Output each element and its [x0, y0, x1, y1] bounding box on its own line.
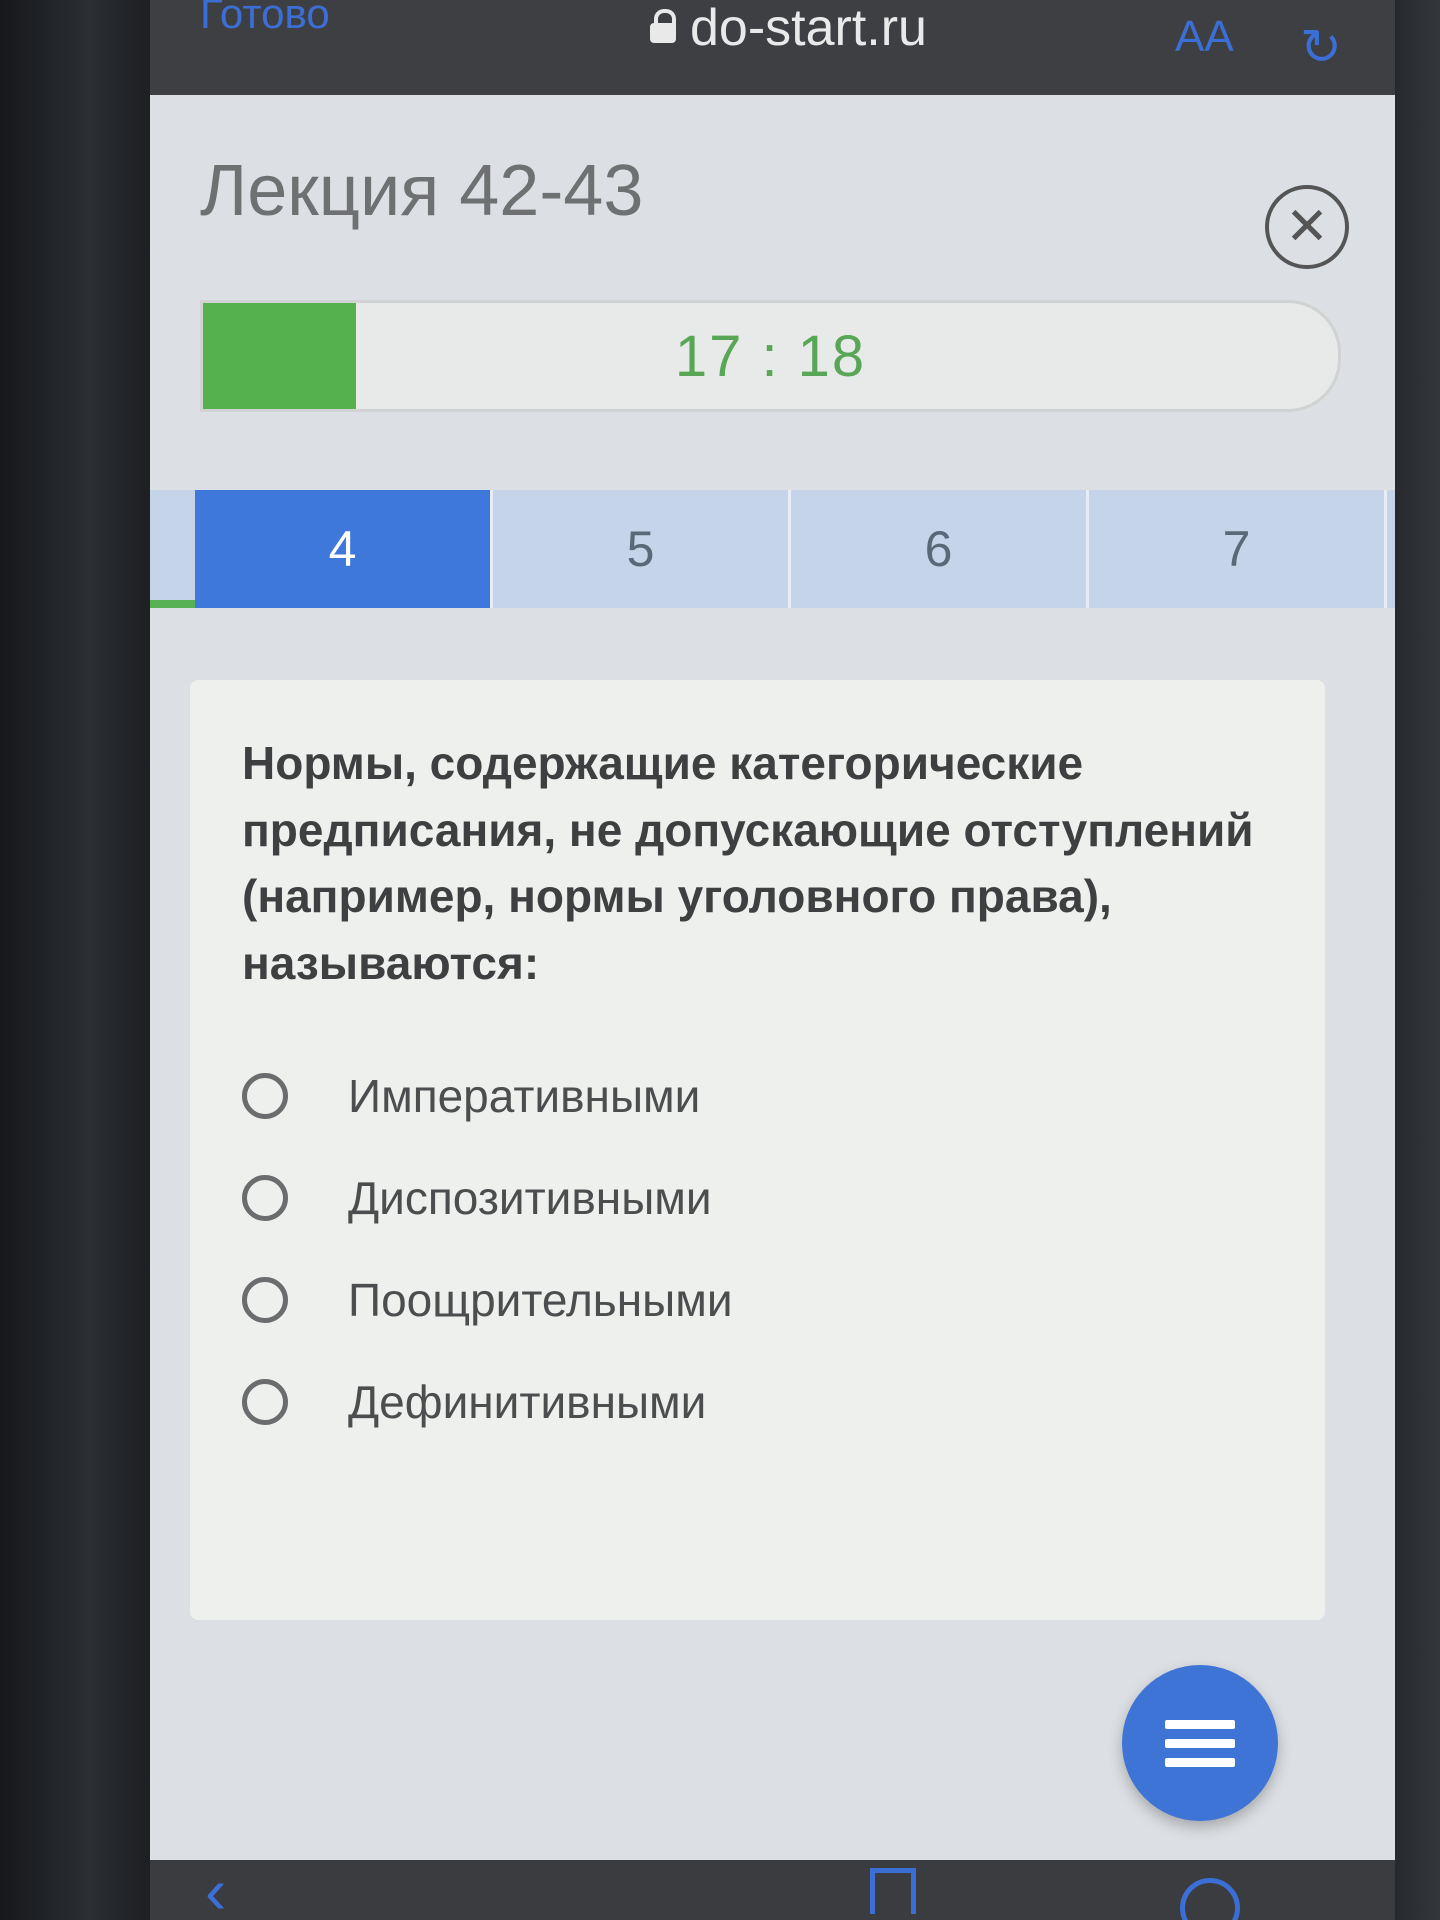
phone-bezel-left: [0, 0, 150, 1920]
question-text: Нормы, содержащие категорические предпис…: [242, 737, 1254, 990]
radio-button[interactable]: [242, 1073, 288, 1119]
phone-screen: Готово do-start.ru AA ↻ Лекция 42-43 ✕ 1…: [150, 0, 1395, 1920]
timer-progress-bar: 17 : 18: [200, 300, 1341, 412]
browser-top-bar: Готово do-start.ru AA ↻: [150, 0, 1395, 95]
answer-options: Императивными Диспозитивными Поощрительным…: [242, 1045, 1242, 1453]
compass-icon[interactable]: [1180, 1878, 1240, 1920]
share-icon[interactable]: [870, 1868, 916, 1914]
question-tabs: 4567: [150, 490, 1395, 608]
close-icon: ✕: [1285, 198, 1329, 256]
answer-option[interactable]: Дефинитивными: [242, 1351, 1242, 1453]
answer-option[interactable]: Диспозитивными: [242, 1147, 1242, 1249]
menu-icon-line: [1165, 1719, 1235, 1729]
answer-option-label: Императивными: [348, 1070, 701, 1122]
done-button[interactable]: Готово: [200, 0, 330, 38]
question-card: Нормы, содержащие категорические предпис…: [190, 680, 1325, 1620]
radio-button[interactable]: [242, 1277, 288, 1323]
close-button[interactable]: ✕: [1265, 185, 1349, 269]
url-text: do-start.ru: [690, 0, 927, 57]
answer-option-label: Поощрительными: [348, 1274, 733, 1326]
answer-option[interactable]: Императивными: [242, 1045, 1242, 1147]
answer-option-label: Диспозитивными: [348, 1172, 712, 1224]
tab-question-5[interactable]: 5: [493, 490, 791, 608]
text-size-button[interactable]: AA: [1175, 12, 1234, 62]
menu-button[interactable]: [1122, 1665, 1278, 1821]
timer-text: 17 : 18: [674, 323, 867, 389]
address-bar[interactable]: do-start.ru: [650, 0, 927, 58]
tab-question-6[interactable]: 6: [791, 490, 1089, 608]
menu-icon-line: [1165, 1738, 1235, 1748]
radio-button[interactable]: [242, 1379, 288, 1425]
browser-bottom-bar: ‹: [150, 1855, 1395, 1920]
lock-icon: [650, 9, 676, 43]
radio-button[interactable]: [242, 1175, 288, 1221]
chevron-left-icon[interactable]: ‹: [205, 1854, 226, 1920]
tab-question-7[interactable]: 7: [1089, 490, 1387, 608]
page-title: Лекция 42-43: [200, 151, 644, 231]
tab-question-4[interactable]: 4: [195, 490, 493, 608]
answer-option-label: Дефинитивными: [348, 1376, 707, 1428]
menu-icon-line: [1165, 1757, 1235, 1767]
answer-option[interactable]: Поощрительными: [242, 1249, 1242, 1351]
reload-icon[interactable]: ↻: [1300, 18, 1342, 76]
tab-previous-answered[interactable]: [150, 490, 195, 608]
